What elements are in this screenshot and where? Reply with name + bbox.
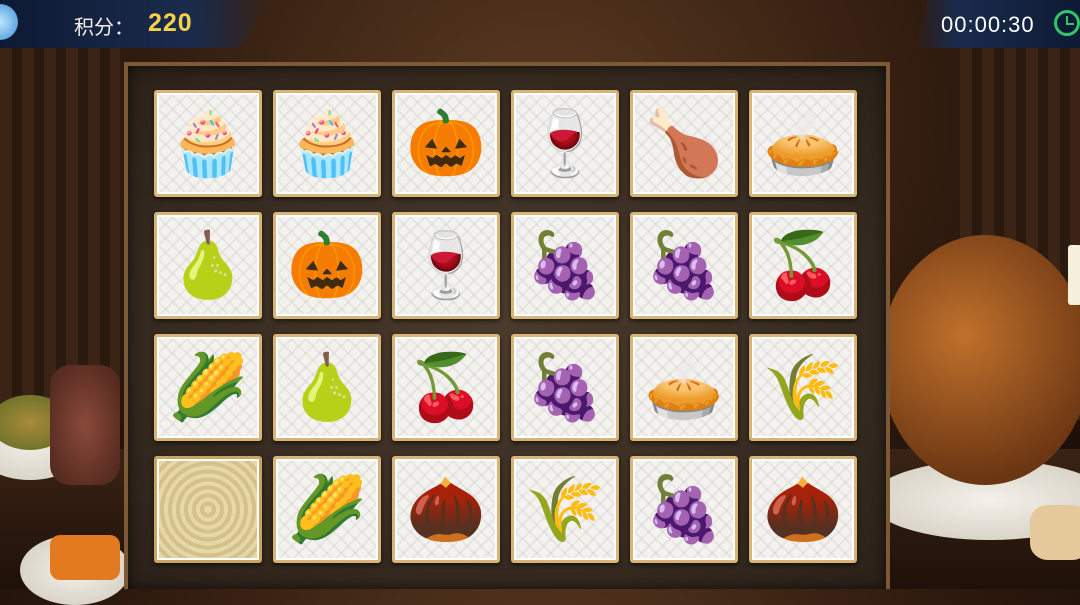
- wheat-icon: 🌾: [525, 472, 605, 547]
- timer-panel: 00:00:30: [915, 0, 1080, 48]
- clock-icon: [1054, 10, 1080, 36]
- cupcake-icon: 🧁: [287, 106, 367, 181]
- pumpkin-icon: 🎃: [406, 106, 486, 181]
- tile-wheat[interactable]: 🌾: [511, 456, 619, 563]
- tile-corn[interactable]: 🌽: [273, 456, 381, 563]
- tile-pear[interactable]: 🍐: [154, 212, 262, 319]
- corn-icon: 🌽: [287, 472, 367, 547]
- acorn-icon: 🌰: [763, 472, 843, 547]
- tile-pie[interactable]: 🥧: [749, 90, 857, 197]
- tile-acorn[interactable]: 🌰: [392, 456, 500, 563]
- purple-grapes-icon: 🍇: [525, 228, 605, 303]
- tile-grid: 🧁 🧁 🎃 🍷 🍗 🥧 🍐 🎃 🍷 🍇 🍇 🍒 🌽 🍐 🍒 🍇 🥧 🌾 🌽 🌰 🌾 🍇 🌰: [154, 90, 857, 563]
- score-panel: 积分： 220: [0, 0, 272, 48]
- cupcake-icon: 🧁: [168, 106, 248, 181]
- tile-pear[interactable]: 🍐: [273, 334, 381, 441]
- tile-wine-glass[interactable]: 🍷: [511, 90, 619, 197]
- pie-icon: 🥧: [763, 106, 843, 181]
- tile-cupcake[interactable]: 🧁: [273, 90, 381, 197]
- tile-purple-grapes[interactable]: 🍇: [630, 212, 738, 319]
- green-grapes-icon: 🍇: [525, 350, 605, 425]
- wheat-icon: 🌾: [763, 350, 843, 425]
- tile-roast-turkey[interactable]: 🍗: [630, 90, 738, 197]
- background-bread: [1030, 505, 1080, 560]
- acorn-icon: 🌰: [406, 472, 486, 547]
- tile-wheat[interactable]: 🌾: [749, 334, 857, 441]
- purple-grapes-icon: 🍇: [644, 228, 724, 303]
- corn-icon: 🌽: [168, 350, 248, 425]
- background-meat: [50, 365, 120, 485]
- cherries-icon: 🍒: [406, 350, 486, 425]
- tile-green-grapes[interactable]: 🍇: [630, 456, 738, 563]
- tile-green-grapes[interactable]: 🍇: [511, 334, 619, 441]
- tile-cherries[interactable]: 🍒: [749, 212, 857, 319]
- tile-wine-glass[interactable]: 🍷: [392, 212, 500, 319]
- tile-cupcake[interactable]: 🧁: [154, 90, 262, 197]
- game-board: 🧁 🧁 🎃 🍷 🍗 🥧 🍐 🎃 🍷 🍇 🍇 🍒 🌽 🍐 🍒 🍇 🥧 🌾 🌽 🌰 🌾 🍇 🌰: [124, 62, 890, 589]
- background-candle: [1068, 245, 1080, 305]
- green-grapes-icon: 🍇: [644, 472, 724, 547]
- tile-pumpkin[interactable]: 🎃: [392, 90, 500, 197]
- tile-purple-grapes[interactable]: 🍇: [511, 212, 619, 319]
- background-turkey: [880, 235, 1080, 485]
- wine-glass-icon: 🍷: [525, 106, 605, 181]
- tile-corn[interactable]: 🌽: [154, 334, 262, 441]
- empty-tile[interactable]: [154, 456, 262, 563]
- cherries-icon: 🍒: [763, 228, 843, 303]
- tile-pie[interactable]: 🥧: [630, 334, 738, 441]
- score-label: 积分：: [74, 17, 134, 39]
- background-sweet-potato: [50, 535, 120, 580]
- pie-icon: 🥧: [644, 350, 724, 425]
- pumpkin-icon: 🎃: [287, 228, 367, 303]
- background-curtain-left: [0, 0, 120, 420]
- tile-acorn[interactable]: 🌰: [749, 456, 857, 563]
- roast-turkey-icon: 🍗: [644, 106, 724, 181]
- tile-pumpkin[interactable]: 🎃: [273, 212, 381, 319]
- hud-orb-icon: [0, 4, 18, 40]
- pear-icon: 🍐: [168, 228, 248, 303]
- score-value: 220: [148, 9, 193, 37]
- timer-value: 00:00:30: [941, 12, 1035, 37]
- tile-cherries[interactable]: 🍒: [392, 334, 500, 441]
- pear-icon: 🍐: [287, 350, 367, 425]
- wine-glass-icon: 🍷: [406, 228, 486, 303]
